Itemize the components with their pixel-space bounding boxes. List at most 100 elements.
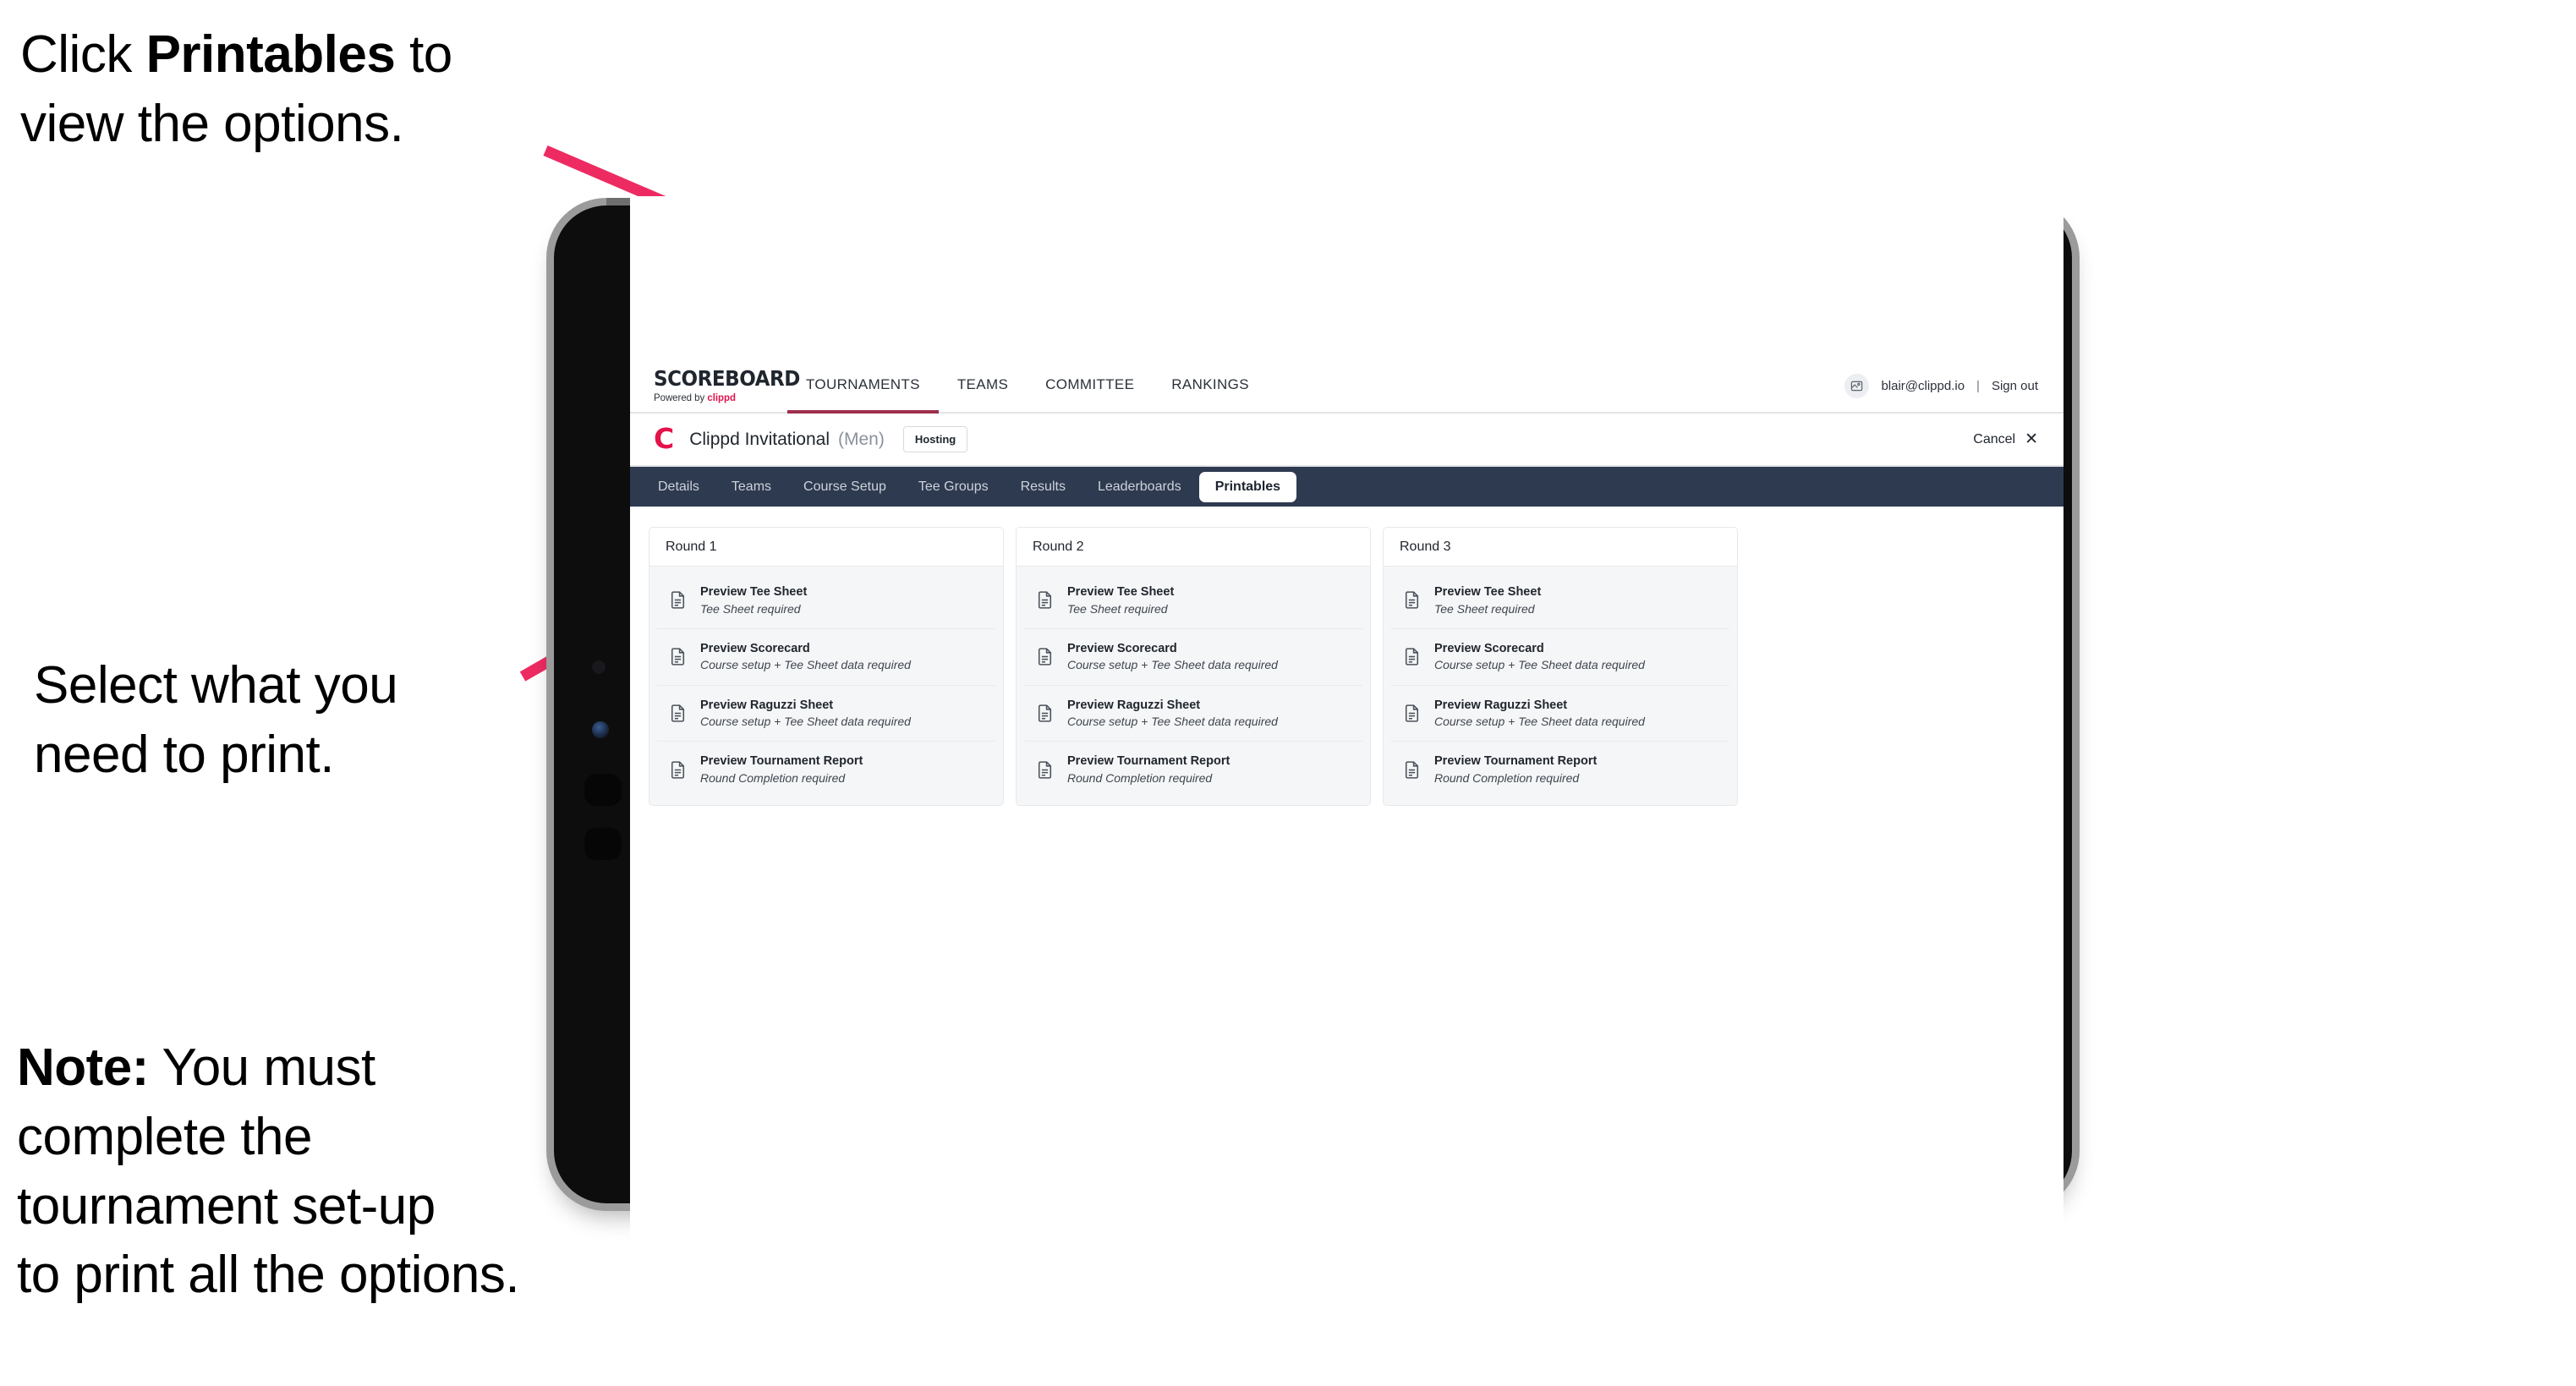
printable-item-scorecard[interactable]: Preview Scorecard Course setup + Tee She… bbox=[1391, 628, 1729, 686]
callout-select-what-to-print: Select what you need to print. bbox=[34, 656, 398, 784]
cancel-button-label: Cancel bbox=[1973, 431, 2016, 446]
document-icon bbox=[667, 589, 688, 611]
printable-item-title: Preview Tee Sheet bbox=[700, 585, 808, 599]
printable-item-raguzzi-sheet[interactable]: Preview Raguzzi Sheet Course setup + Tee… bbox=[657, 685, 995, 742]
document-icon bbox=[1034, 759, 1055, 781]
printable-item-text: Preview Tee Sheet Tee Sheet required bbox=[1067, 585, 1174, 616]
user-account-area: blair@clippd.io | Sign out bbox=[1844, 362, 2064, 398]
printable-item-title: Preview Raguzzi Sheet bbox=[1067, 698, 1201, 712]
printable-item-subtitle: Round Completion required bbox=[1067, 770, 1213, 785]
printable-item-subtitle: Round Completion required bbox=[700, 770, 846, 785]
round-title: Round 2 bbox=[1033, 539, 1084, 554]
printable-item-raguzzi-sheet[interactable]: Preview Raguzzi Sheet Course setup + Tee… bbox=[1391, 685, 1729, 742]
printable-item-subtitle: Round Completion required bbox=[1434, 770, 1580, 785]
printable-item-text: Preview Scorecard Course setup + Tee She… bbox=[700, 642, 911, 672]
round-card-header: Round 2 bbox=[1017, 528, 1370, 567]
callout-note-complete-setup: Note: You must complete the tournament s… bbox=[17, 1033, 520, 1310]
printable-item-tournament-report[interactable]: Preview Tournament Report Round Completi… bbox=[657, 742, 995, 798]
printable-item-title: Preview Raguzzi Sheet bbox=[700, 698, 834, 712]
printable-item-subtitle: Course setup + Tee Sheet data required bbox=[1067, 658, 1278, 672]
nav-item-teams[interactable]: TEAMS bbox=[939, 362, 1027, 412]
round-card-body: Preview Tee Sheet Tee Sheet required Pre… bbox=[1384, 567, 1737, 806]
round-card-header: Round 1 bbox=[649, 528, 1003, 567]
round-card: Round 3 Preview Tee Sheet Tee Sheet requ… bbox=[1383, 527, 1738, 807]
printable-item-text: Preview Scorecard Course setup + Tee She… bbox=[1067, 642, 1278, 672]
scoreboard-logo[interactable]: SCOREBOARD Powered by clippd bbox=[630, 362, 800, 403]
printable-item-subtitle: Course setup + Tee Sheet data required bbox=[700, 715, 911, 729]
tab-leaderboards[interactable]: Leaderboards bbox=[1083, 474, 1196, 501]
logo-tagline: Powered by clippd bbox=[654, 392, 759, 403]
nav-item-tournaments[interactable]: TOURNAMENTS bbox=[787, 362, 939, 414]
printable-item-text: Preview Tournament Report Round Completi… bbox=[1434, 754, 1597, 785]
tournament-sub-navigation: Details Teams Course Setup Tee Groups Re… bbox=[630, 467, 2064, 507]
tournament-name: Clippd Invitational bbox=[689, 429, 830, 449]
printable-item-title: Preview Scorecard bbox=[1434, 641, 1544, 655]
printable-item-text: Preview Tournament Report Round Completi… bbox=[700, 754, 863, 785]
printable-item-tournament-report[interactable]: Preview Tournament Report Round Completi… bbox=[1024, 742, 1362, 798]
printable-item-subtitle: Tee Sheet required bbox=[1434, 601, 1535, 616]
tab-printables[interactable]: Printables bbox=[1198, 471, 1297, 502]
round-card-header: Round 3 bbox=[1384, 528, 1737, 567]
status-badge: Hosting bbox=[902, 426, 968, 452]
printable-item-title: Preview Scorecard bbox=[1067, 641, 1177, 655]
document-icon bbox=[1034, 589, 1055, 611]
document-icon bbox=[667, 646, 688, 667]
logo-tagline-brand: clippd bbox=[707, 392, 736, 403]
printable-item-text: Preview Scorecard Course setup + Tee She… bbox=[1434, 642, 1645, 672]
tab-teams[interactable]: Teams bbox=[717, 474, 786, 501]
volume-up-button[interactable] bbox=[584, 774, 622, 806]
nav-item-committee[interactable]: COMMITTEE bbox=[1027, 362, 1153, 412]
tab-details[interactable]: Details bbox=[644, 474, 714, 501]
document-icon bbox=[667, 703, 688, 724]
printable-item-text: Preview Raguzzi Sheet Course setup + Tee… bbox=[700, 698, 911, 729]
round-title: Round 1 bbox=[666, 539, 717, 554]
printable-item-text: Preview Raguzzi Sheet Course setup + Tee… bbox=[1434, 698, 1645, 729]
printable-item-scorecard[interactable]: Preview Scorecard Course setup + Tee She… bbox=[657, 628, 995, 686]
printable-item-text: Preview Raguzzi Sheet Course setup + Tee… bbox=[1067, 698, 1278, 729]
printable-item-scorecard[interactable]: Preview Scorecard Course setup + Tee She… bbox=[1024, 628, 1362, 686]
tablet-sensor-dot-icon bbox=[592, 660, 606, 674]
printable-item-text: Preview Tournament Report Round Completi… bbox=[1067, 754, 1230, 785]
cancel-button[interactable]: Cancel ✕ bbox=[1973, 431, 2038, 447]
document-icon bbox=[667, 759, 688, 781]
tablet-device: SCOREBOARD Powered by clippd TOURNAMENTS… bbox=[554, 196, 2072, 1283]
tab-tee-groups[interactable]: Tee Groups bbox=[904, 474, 1003, 501]
screenshot-canvas: Click Printables to view the options. Se… bbox=[0, 0, 2576, 1386]
printable-item-raguzzi-sheet[interactable]: Preview Raguzzi Sheet Course setup + Tee… bbox=[1024, 685, 1362, 742]
tournament-title-bar: C Clippd Invitational (Men) Hosting Canc… bbox=[630, 414, 2064, 467]
printable-item-title: Preview Tee Sheet bbox=[1067, 585, 1175, 599]
tournament-gender: (Men) bbox=[837, 429, 885, 449]
user-avatar-icon[interactable] bbox=[1844, 374, 1870, 398]
clippd-logo-icon: C bbox=[654, 421, 675, 455]
printable-item-text: Preview Tee Sheet Tee Sheet required bbox=[1434, 585, 1541, 616]
printable-item-subtitle: Course setup + Tee Sheet data required bbox=[1434, 715, 1645, 729]
document-icon bbox=[1401, 646, 1422, 667]
nav-item-rankings[interactable]: RANKINGS bbox=[1153, 362, 1268, 412]
printable-item-title: Preview Tournament Report bbox=[1434, 754, 1598, 769]
document-icon bbox=[1034, 703, 1055, 724]
printable-item-subtitle: Tee Sheet required bbox=[1067, 601, 1168, 616]
printable-item-title: Preview Scorecard bbox=[700, 641, 810, 655]
round-title: Round 3 bbox=[1400, 539, 1451, 554]
document-icon bbox=[1401, 759, 1422, 781]
callout-1-text: Click bbox=[20, 25, 146, 84]
tab-course-setup[interactable]: Course Setup bbox=[789, 474, 901, 501]
close-icon: ✕ bbox=[2025, 430, 2038, 448]
tablet-camera-icon bbox=[592, 721, 609, 738]
volume-down-button[interactable] bbox=[584, 828, 622, 860]
round-card: Round 2 Preview Tee Sheet Tee Sheet requ… bbox=[1016, 527, 1371, 807]
callout-3-emphasis: Note: bbox=[17, 1038, 149, 1097]
printable-item-tee-sheet[interactable]: Preview Tee Sheet Tee Sheet required bbox=[657, 572, 995, 629]
printable-item-title: Preview Tournament Report bbox=[700, 754, 863, 769]
printable-item-tee-sheet[interactable]: Preview Tee Sheet Tee Sheet required bbox=[1024, 572, 1362, 629]
printable-item-subtitle: Tee Sheet required bbox=[700, 601, 801, 616]
round-card-body: Preview Tee Sheet Tee Sheet required Pre… bbox=[649, 567, 1003, 806]
tab-results[interactable]: Results bbox=[1006, 474, 1080, 501]
printable-item-title: Preview Raguzzi Sheet bbox=[1434, 698, 1568, 712]
printable-item-tee-sheet[interactable]: Preview Tee Sheet Tee Sheet required bbox=[1391, 572, 1729, 629]
printable-item-tournament-report[interactable]: Preview Tournament Report Round Completi… bbox=[1391, 742, 1729, 798]
app-header: SCOREBOARD Powered by clippd TOURNAMENTS… bbox=[630, 362, 2064, 414]
sign-out-link[interactable]: Sign out bbox=[1992, 379, 2038, 393]
callout-1-emphasis: Printables bbox=[145, 25, 396, 84]
main-navigation: TOURNAMENTS TEAMS COMMITTEE RANKINGS bbox=[787, 362, 1268, 414]
